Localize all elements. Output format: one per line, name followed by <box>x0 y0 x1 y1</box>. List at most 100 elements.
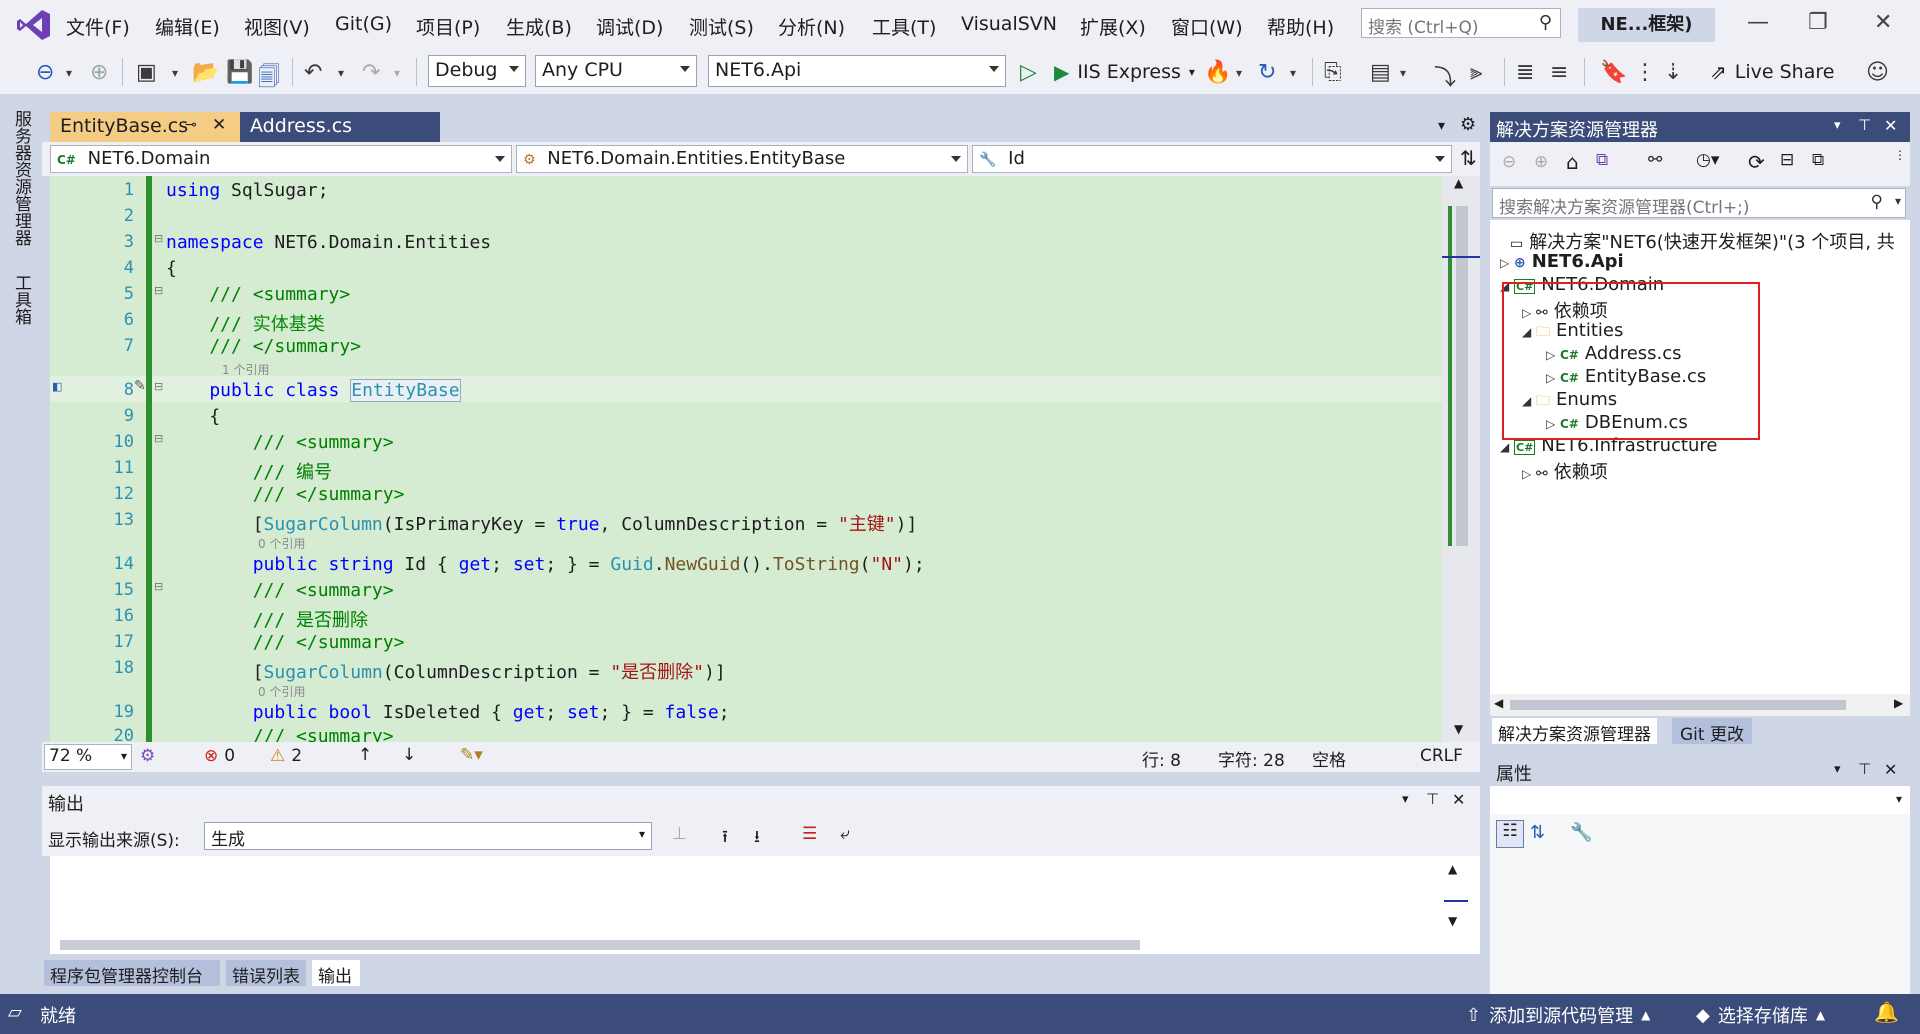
step-icon[interactable]: ⤵ <box>1434 60 1456 92</box>
se-overflow-icon[interactable]: ⋮ <box>1894 148 1906 162</box>
se-history-icon[interactable]: ◷▾ <box>1696 150 1719 170</box>
se-scroll-left-icon[interactable]: ◀ <box>1494 696 1503 710</box>
output-menu-icon[interactable]: ▾ <box>1402 792 1409 807</box>
select-repo-button[interactable]: ◆ 选择存储库 ▲ <box>1696 1002 1825 1028</box>
line-ending-indicator[interactable]: CRLF <box>1420 746 1463 766</box>
output-content[interactable]: ▲ ▼ <box>50 856 1480 954</box>
save-icon[interactable]: 💾 <box>226 60 253 85</box>
se-back-icon[interactable]: ⊖ <box>1502 152 1516 172</box>
settings-gear-icon[interactable]: ⚙ <box>1460 114 1476 135</box>
quick-action-brush-icon[interactable]: ✎ <box>134 378 146 394</box>
restore-icon[interactable]: ❐ <box>1808 10 1828 35</box>
close-window-icon[interactable]: ✕ <box>1874 10 1892 35</box>
menu-file[interactable]: 文件(F) <box>66 13 130 40</box>
comment-icon[interactable]: ≣ <box>1516 60 1534 85</box>
se-menu-icon[interactable]: ▾ <box>1834 118 1841 133</box>
scroll-up-icon[interactable]: ▲ <box>1454 176 1463 190</box>
tab-package-manager-console[interactable]: 程序包管理器控制台 <box>44 960 220 987</box>
menu-window[interactable]: 窗口(W) <box>1171 13 1243 40</box>
tree-project-api[interactable]: ▷ ⊕ NET6.Api <box>1500 251 1624 272</box>
solution-title-badge[interactable]: NE...框架) <box>1578 8 1715 42</box>
next-issue-icon[interactable]: ↓ <box>402 745 416 765</box>
prop-close-icon[interactable]: ✕ <box>1884 760 1897 779</box>
properties-object-select[interactable]: ▾ <box>1490 786 1910 814</box>
split-editor-icon[interactable]: ⇅ <box>1460 146 1477 170</box>
solution-explorer-search[interactable]: 搜索解决方案资源管理器(Ctrl+;) ⚲ ▾ <box>1492 188 1906 218</box>
close-tab-icon[interactable]: ✕ <box>212 115 226 135</box>
open-folder-icon[interactable]: 📂 <box>192 60 219 85</box>
menu-view[interactable]: 视图(V) <box>244 13 310 40</box>
output-source-select[interactable]: 生成 ▾ <box>204 822 652 850</box>
property-pages-icon[interactable]: 🔧 <box>1570 822 1592 843</box>
prev-message-icon[interactable]: ⭱ <box>722 824 728 853</box>
toolbox-tab[interactable]: 工具箱 <box>11 274 34 325</box>
menu-project[interactable]: 项目(P) <box>416 13 480 40</box>
se-pending-changes-icon[interactable]: ⚯ <box>1648 150 1662 170</box>
undo-icon[interactable]: ↶ <box>304 60 322 85</box>
tab-error-list[interactable]: 错误列表 <box>226 960 306 987</box>
bookmark-prev-icon[interactable]: ⋮ <box>1634 60 1656 85</box>
collapse-summary-icon[interactable]: ⊟ <box>154 284 163 297</box>
layout-dropdown-icon[interactable]: ▾ <box>1400 66 1406 80</box>
menu-edit[interactable]: 编辑(E) <box>155 13 220 40</box>
tab-address[interactable]: Address.cs <box>240 112 440 142</box>
save-all-icon[interactable]: 🗐 <box>258 60 280 98</box>
scroll-down-icon[interactable]: ▼ <box>1454 722 1463 736</box>
clear-all-icon[interactable]: ☰ <box>802 824 817 844</box>
layout-icon[interactable]: ▤ <box>1370 60 1391 85</box>
hot-reload-dropdown-icon[interactable]: ▾ <box>1236 66 1242 80</box>
codelens-references[interactable]: 0 个引用 <box>258 535 305 552</box>
word-wrap-icon[interactable]: ⤶ <box>840 824 850 844</box>
find-message-icon[interactable]: ⊥ <box>672 824 687 844</box>
collapse-icon[interactable]: ◢ <box>1500 440 1514 454</box>
line-indicator[interactable]: 行: 8 <box>1142 746 1181 771</box>
collapse-summary-icon[interactable]: ⊟ <box>154 580 163 593</box>
navigate-forward-icon[interactable]: ⊕ <box>90 60 108 85</box>
hot-reload-icon[interactable]: 🔥 <box>1204 60 1231 85</box>
redo-icon[interactable]: ↷ <box>362 60 380 85</box>
menu-debug[interactable]: 调试(D) <box>596 13 663 40</box>
pin-icon[interactable]: ⊸ <box>185 117 197 133</box>
type-select[interactable]: ⚙ NET6.Domain.Entities.EntityBase <box>516 145 968 173</box>
tab-solution-explorer[interactable]: 解决方案资源管理器 <box>1492 718 1657 745</box>
expand-icon[interactable]: ▷ <box>1500 256 1514 270</box>
alphabetical-icon[interactable]: ⇅ <box>1530 822 1545 843</box>
zoom-select[interactable]: 72 % ▾ <box>44 744 132 770</box>
expand-icon[interactable]: ▷ <box>1522 467 1536 481</box>
code-map-marker-icon[interactable]: ◧ <box>52 380 62 393</box>
back-dropdown-icon[interactable]: ▾ <box>66 66 72 80</box>
se-horizontal-scrollbar[interactable]: ◀ ▶ <box>1490 694 1910 716</box>
config-select[interactable]: Debug <box>428 55 526 87</box>
tab-list-icon[interactable]: ▾ <box>1438 118 1445 134</box>
next-message-icon[interactable]: ⭳ <box>754 824 760 853</box>
parallel-icon[interactable]: ⫸ <box>1470 60 1482 85</box>
run-button[interactable]: ▶ IIS Express ▾ <box>1054 58 1195 86</box>
se-scroll-right-icon[interactable]: ▶ <box>1894 696 1903 710</box>
se-switch-views-icon[interactable]: ⧉ <box>1596 150 1608 170</box>
codelens-references[interactable]: 1 个引用 <box>222 361 269 378</box>
se-collapse-all-icon[interactable]: ⊟ <box>1780 150 1794 170</box>
visual-studio-logo-icon[interactable] <box>16 8 52 42</box>
collapse-class-icon[interactable]: ⊟ <box>154 380 163 393</box>
search-input[interactable]: 搜索 (Ctrl+Q) ⚲ <box>1361 8 1561 38</box>
se-pin-icon[interactable]: ⊤ <box>1858 116 1871 134</box>
menu-git[interactable]: Git(G) <box>335 13 392 35</box>
navigate-back-icon[interactable]: ⊖ <box>36 60 54 85</box>
tab-git-changes[interactable]: Git 更改 <box>1672 718 1752 745</box>
code-cleanup-icon[interactable]: ✎▾ <box>460 745 483 765</box>
uncomment-icon[interactable]: ≡ <box>1550 60 1568 85</box>
codelens-references[interactable]: 0 个引用 <box>258 683 305 700</box>
output-close-icon[interactable]: ✕ <box>1452 790 1465 809</box>
new-project-icon[interactable]: ▣ <box>136 60 157 85</box>
tab-entitybase[interactable]: EntityBase.cs ⊸ ✕ <box>50 112 240 142</box>
platform-select[interactable]: Any CPU <box>535 55 697 87</box>
menu-extensions[interactable]: 扩展(X) <box>1080 13 1146 40</box>
output-hscroll-thumb[interactable] <box>60 940 1140 950</box>
output-scroll-up-icon[interactable]: ▲ <box>1448 862 1457 876</box>
char-indicator[interactable]: 字符: 28 <box>1218 746 1285 771</box>
notifications-bell-icon[interactable]: 🔔 <box>1874 1000 1899 1024</box>
prev-issue-icon[interactable]: ↑ <box>358 745 372 765</box>
server-explorer-tab[interactable]: 服务器资源管理器 <box>11 110 34 246</box>
output-pin-icon[interactable]: ⊤ <box>1426 790 1439 808</box>
se-show-all-files-icon[interactable]: ⧉ <box>1812 150 1824 170</box>
